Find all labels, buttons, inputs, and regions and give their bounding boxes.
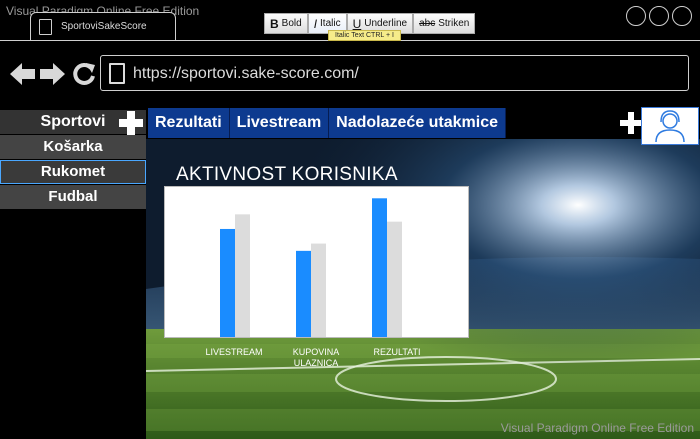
minimize-button[interactable]: [626, 6, 646, 26]
strike-button[interactable]: abc Striken: [413, 13, 476, 34]
tab-nadolazece-utakmice[interactable]: Nadolazeće utakmice: [329, 108, 507, 138]
user-avatar-icon: [655, 110, 685, 143]
back-arrow-icon[interactable]: [10, 62, 36, 86]
bar-chart: [220, 198, 402, 337]
tab-rezultati[interactable]: Rezultati: [148, 108, 230, 138]
bar-kupovina-ulaznica-s1: [296, 250, 311, 337]
window-controls: [626, 6, 692, 26]
add-tab-icon[interactable]: [620, 112, 642, 134]
sidebar-item-rukomet[interactable]: Rukomet: [0, 160, 146, 184]
watermark-bottom: Visual Paradigm Online Free Edition: [500, 421, 694, 435]
category-label-line: LIVESTREAM: [205, 347, 263, 357]
bar-livestream-s1: [220, 228, 235, 337]
forward-arrow-icon[interactable]: [40, 62, 66, 86]
category-label-line: KUPOVINA: [292, 347, 340, 357]
browser-tab-title: SportoviSakeScore: [61, 21, 147, 32]
bar-rezultati-s2: [387, 221, 402, 337]
underline-icon: U: [352, 16, 362, 31]
bold-button[interactable]: B Bold: [264, 13, 308, 34]
browser-tab[interactable]: SportoviSakeScore: [30, 12, 176, 40]
address-bar[interactable]: https://sportovi.sake-score.com/: [100, 55, 689, 91]
italic-tooltip: Italic Text CTRL + I: [328, 30, 401, 41]
category-label-rezultati: REZULTATI: [352, 347, 442, 358]
maximize-button[interactable]: [649, 6, 669, 26]
chart-panel: [164, 186, 469, 338]
chart-title: AKTIVNOST KORISNIKA: [176, 164, 398, 185]
category-label-kupovina-ulaznica: KUPOVINA ULAZNICA: [271, 347, 361, 369]
tab-livestream[interactable]: Livestream: [229, 108, 330, 138]
bar-livestream-s2: [235, 214, 250, 337]
underline-label: Underline: [364, 18, 408, 29]
url-text[interactable]: https://sportovi.sake-score.com/: [133, 65, 359, 83]
sidebar-item-fudbal[interactable]: Fudbal: [0, 185, 146, 209]
page-icon: [109, 63, 125, 84]
category-label-line: REZULTATI: [373, 347, 421, 357]
main-tabs: Rezultati Livestream Nadolazeće utakmice: [148, 108, 507, 138]
close-button[interactable]: [672, 6, 692, 26]
sidebar-item-kosarka[interactable]: Košarka: [0, 135, 146, 159]
user-avatar-button[interactable]: [641, 107, 699, 145]
bold-icon: B: [270, 16, 279, 31]
category-label-livestream: LIVESTREAM: [189, 347, 279, 358]
italic-icon: I: [313, 16, 318, 31]
category-label-line: ULAZNICA: [293, 358, 339, 368]
strike-icon: abc: [419, 18, 436, 29]
strike-label: Striken: [438, 18, 470, 29]
add-sport-icon[interactable]: [116, 110, 146, 136]
italic-label: Italic: [320, 18, 341, 29]
bar-rezultati-s1: [372, 198, 387, 337]
document-icon: [39, 19, 52, 35]
bar-kupovina-ulaznica-s2: [311, 243, 326, 337]
bold-label: Bold: [281, 18, 302, 29]
reload-icon[interactable]: [72, 61, 96, 87]
